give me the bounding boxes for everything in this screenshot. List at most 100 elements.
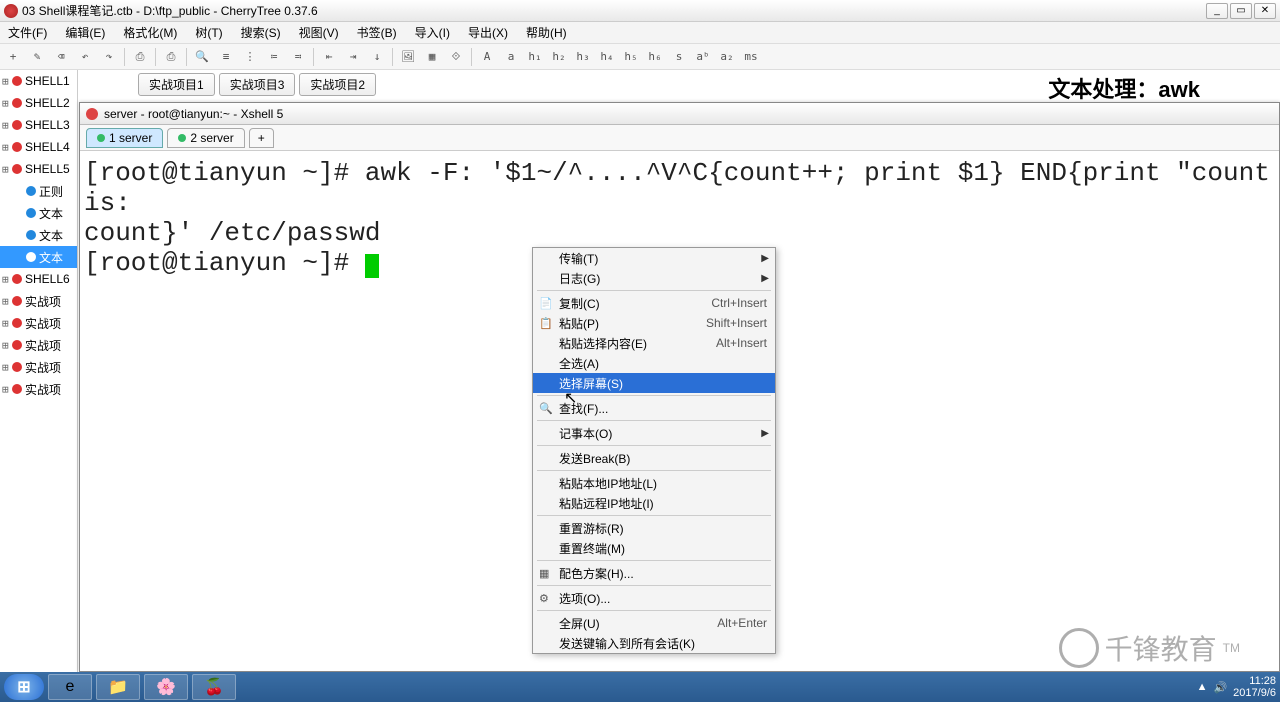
context-menu-item[interactable]: 粘贴选择内容(E)Alt+Insert (533, 333, 775, 353)
toolbar-button[interactable]: ↷ (100, 48, 118, 66)
tree-item[interactable]: ⊞实战项 (0, 356, 77, 378)
tree-item[interactable]: ⊞SHELL5 (0, 158, 77, 180)
toolbar-button[interactable]: ⋮ (241, 48, 259, 66)
toolbar-button[interactable]: h₁ (526, 48, 544, 66)
menu-item[interactable]: 导入(I) (411, 22, 454, 43)
tree-item[interactable]: 文本 (0, 224, 77, 246)
toolbar-button[interactable]: ≔ (265, 48, 283, 66)
toolbar-button[interactable]: ⇥ (344, 48, 362, 66)
expand-icon[interactable]: ⊞ (2, 119, 12, 132)
toolbar-button[interactable]: h₅ (622, 48, 640, 66)
toolbar-button[interactable]: ⎙ (131, 48, 149, 66)
tree-item[interactable]: 文本 (0, 202, 77, 224)
expand-icon[interactable]: ⊞ (2, 295, 12, 308)
context-menu-item[interactable]: 粘贴远程IP地址(I) (533, 493, 775, 513)
context-menu-item[interactable]: 发送键输入到所有会话(K) (533, 633, 775, 653)
context-menu-item[interactable]: 发送Break(B) (533, 448, 775, 468)
toolbar-button[interactable]: ≕ (289, 48, 307, 66)
tree-item[interactable]: ⊞SHELL3 (0, 114, 77, 136)
menu-item[interactable]: 导出(X) (464, 22, 512, 43)
page-tab[interactable]: 实战项目2 (299, 73, 376, 96)
page-tab[interactable]: 实战项目1 (138, 73, 215, 96)
context-menu-item[interactable]: 📋粘贴(P)Shift+Insert (533, 313, 775, 333)
toolbar-button[interactable]: ▦ (423, 48, 441, 66)
toolbar-button[interactable]: 🔍 (193, 48, 211, 66)
start-button[interactable]: ⊞ (4, 674, 44, 700)
expand-icon[interactable]: ⊞ (2, 361, 12, 374)
tray-network-icon[interactable]: 🔊 (1213, 681, 1227, 694)
maximize-button[interactable]: ▭ (1230, 3, 1252, 19)
context-menu-item[interactable]: 传输(T)▶ (533, 248, 775, 268)
menu-item[interactable]: 帮助(H) (522, 22, 571, 43)
toolbar-button[interactable]: ≡ (217, 48, 235, 66)
toolbar-button[interactable]: ↶ (76, 48, 94, 66)
expand-icon[interactable]: ⊞ (2, 383, 12, 396)
toolbar-button[interactable]: ms (742, 48, 760, 66)
tree-item[interactable]: ⊞SHELL6 (0, 268, 77, 290)
menu-item[interactable]: 编辑(E) (61, 22, 109, 43)
toolbar-button[interactable]: h₂ (550, 48, 568, 66)
toolbar-button[interactable]: aᵇ (694, 48, 712, 66)
toolbar-button[interactable]: a (502, 48, 520, 66)
taskbar-app1[interactable]: 🌸 (144, 674, 188, 700)
tree-sidebar[interactable]: ⊞SHELL1⊞SHELL2⊞SHELL3⊞SHELL4⊞SHELL5正则文本文… (0, 70, 78, 672)
toolbar-button[interactable]: h₃ (574, 48, 592, 66)
tree-item[interactable]: 文本 (0, 246, 77, 268)
context-menu-item[interactable]: 记事本(O)▶ (533, 423, 775, 443)
expand-icon[interactable]: ⊞ (2, 163, 12, 176)
system-tray[interactable]: ▲ 🔊 11:28 2017/9/6 (1197, 675, 1276, 699)
context-menu-item[interactable]: ⚙选项(O)... (533, 588, 775, 608)
context-menu-item[interactable]: ▦配色方案(H)... (533, 563, 775, 583)
menu-item[interactable]: 文件(F) (4, 22, 51, 43)
toolbar-button[interactable]: ↓ (368, 48, 386, 66)
context-menu-item[interactable]: 📄复制(C)Ctrl+Insert (533, 293, 775, 313)
context-menu-item[interactable]: 重置游标(R) (533, 518, 775, 538)
context-menu-item[interactable]: 日志(G)▶ (533, 268, 775, 288)
expand-icon[interactable]: ⊞ (2, 317, 12, 330)
minimize-button[interactable]: _ (1206, 3, 1228, 19)
tree-item[interactable]: ⊞实战项 (0, 312, 77, 334)
toolbar-button[interactable]: + (4, 48, 22, 66)
expand-icon[interactable]: ⊞ (2, 141, 12, 154)
page-tab[interactable]: 实战项目3 (219, 73, 296, 96)
terminal-context-menu[interactable]: 传输(T)▶日志(G)▶ 📄复制(C)Ctrl+Insert📋粘贴(P)Shift… (532, 247, 776, 654)
toolbar-button[interactable]: h₆ (646, 48, 664, 66)
menu-item[interactable]: 书签(B) (353, 22, 401, 43)
toolbar-button[interactable]: ⇤ (320, 48, 338, 66)
menu-item[interactable]: 视图(V) (295, 22, 343, 43)
toolbar-button[interactable]: s (670, 48, 688, 66)
tree-item[interactable]: ⊞实战项 (0, 290, 77, 312)
taskbar-ie[interactable]: e (48, 674, 92, 700)
toolbar-button[interactable]: A (478, 48, 496, 66)
tree-item[interactable]: 正则 (0, 180, 77, 202)
toolbar-button[interactable]: ⌫ (52, 48, 70, 66)
tree-item[interactable]: ⊞SHELL2 (0, 92, 77, 114)
context-menu-item[interactable]: 粘贴本地IP地址(L) (533, 473, 775, 493)
toolbar-button[interactable]: a₂ (718, 48, 736, 66)
tree-item[interactable]: ⊞SHELL1 (0, 70, 77, 92)
context-menu-item[interactable]: 全屏(U)Alt+Enter (533, 613, 775, 633)
xshell-tab[interactable]: 2 server (167, 128, 244, 148)
toolbar-button[interactable]: ⎙ (162, 48, 180, 66)
taskbar-explorer[interactable]: 📁 (96, 674, 140, 700)
tree-item[interactable]: ⊞实战项 (0, 378, 77, 400)
context-menu-item[interactable]: 选择屏幕(S) (533, 373, 775, 393)
tray-clock[interactable]: 11:28 2017/9/6 (1233, 675, 1276, 699)
toolbar-button[interactable]: h₄ (598, 48, 616, 66)
tree-item[interactable]: ⊞SHELL4 (0, 136, 77, 158)
xshell-tab[interactable]: 1 server (86, 128, 163, 148)
menu-item[interactable]: 搜索(S) (237, 22, 285, 43)
toolbar-button[interactable]: 🖼 (399, 48, 417, 66)
context-menu-item[interactable]: 重置终端(M) (533, 538, 775, 558)
expand-icon[interactable]: ⊞ (2, 339, 12, 352)
new-tab-button[interactable]: + (249, 128, 274, 148)
context-menu-item[interactable]: 🔍查找(F)... (533, 398, 775, 418)
expand-icon[interactable]: ⊞ (2, 75, 12, 88)
taskbar-cherrytree[interactable]: 🍒 (192, 674, 236, 700)
toolbar-button[interactable]: ✎ (28, 48, 46, 66)
expand-icon[interactable]: ⊞ (2, 97, 12, 110)
menu-item[interactable]: 格式化(M) (119, 22, 181, 43)
toolbar-button[interactable]: ⟐ (447, 48, 465, 66)
context-menu-item[interactable]: 全选(A) (533, 353, 775, 373)
tree-item[interactable]: ⊞实战项 (0, 334, 77, 356)
